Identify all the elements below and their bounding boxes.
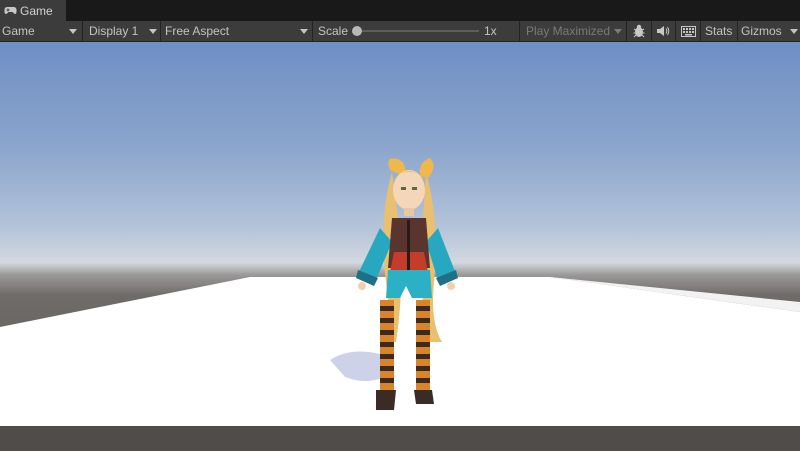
bug-icon[interactable] xyxy=(629,21,649,41)
chevron-down-icon xyxy=(69,29,77,34)
chevron-down-icon xyxy=(790,29,798,34)
stats-label: Stats xyxy=(705,24,733,38)
chevron-down-icon xyxy=(149,29,157,34)
play-mode-select[interactable]: Play Maximized xyxy=(526,21,610,41)
stats-button[interactable]: Stats xyxy=(705,21,732,41)
game-tab[interactable]: Game xyxy=(0,0,66,21)
scale-label: Scale xyxy=(318,21,348,41)
divider xyxy=(312,21,313,41)
leg-left xyxy=(380,300,394,392)
view-select-value: Game xyxy=(2,24,35,38)
leg-right xyxy=(416,300,430,392)
chevron-down-icon xyxy=(300,29,308,34)
scale-label-text: Scale xyxy=(318,24,349,38)
character-model xyxy=(356,158,458,410)
divider xyxy=(675,21,676,41)
aspect-select-value: Free Aspect xyxy=(165,24,230,38)
keyboard-icon[interactable] xyxy=(677,21,699,41)
scale-slider-thumb[interactable] xyxy=(352,26,362,36)
divider xyxy=(626,21,627,41)
scale-value-text: 1x xyxy=(484,24,497,38)
play-mode-select-value: Play Maximized xyxy=(526,24,611,38)
game-viewport[interactable] xyxy=(0,42,800,451)
chevron-down-icon xyxy=(614,29,622,34)
speaker-icon[interactable] xyxy=(653,21,673,41)
divider xyxy=(737,21,738,41)
scale-value: 1x xyxy=(484,21,497,41)
divider xyxy=(82,21,83,41)
display-select-value: Display 1 xyxy=(89,24,139,38)
game-tab-label: Game xyxy=(20,3,53,18)
gizmos-button[interactable]: Gizmos xyxy=(741,21,782,41)
divider xyxy=(160,21,161,41)
gamepad-icon xyxy=(4,6,17,15)
window-tab-bar: Game xyxy=(0,0,800,21)
divider xyxy=(519,21,520,41)
aspect-select[interactable]: Free Aspect xyxy=(165,21,310,41)
gizmos-label: Gizmos xyxy=(741,24,782,38)
scale-slider-track[interactable] xyxy=(354,30,479,32)
divider xyxy=(700,21,701,41)
divider xyxy=(651,21,652,41)
